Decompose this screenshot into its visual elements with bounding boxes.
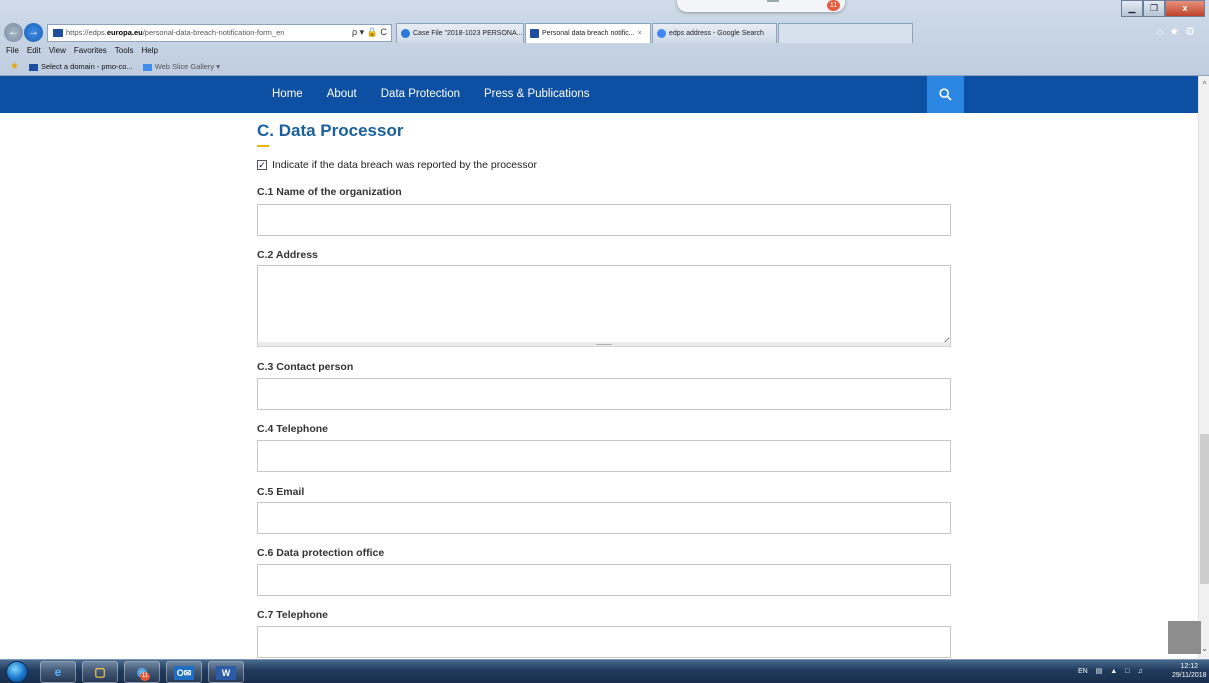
favorites-bar: ★ Select a domain - pmo-co... Web Slice … bbox=[0, 58, 220, 76]
tab-strip: Case File "2018-1023 PERSONA... Personal… bbox=[396, 23, 913, 43]
favorite-favicon-icon bbox=[28, 63, 38, 71]
clock-time: 12:12 bbox=[1180, 663, 1199, 670]
volume-icon[interactable]: ♫ bbox=[1138, 660, 1143, 683]
title-aero-peek: 11 bbox=[677, 0, 845, 12]
windows-taskbar: e ▢ ◉ 11 O✉ W EN ▤ ▲ □ ♫ 12:12 29/11/201… bbox=[0, 659, 1209, 683]
url-prefix: https://edps. bbox=[66, 28, 107, 37]
search-icon bbox=[939, 88, 952, 101]
label-telephone-2: C.7 Telephone bbox=[257, 609, 328, 621]
forward-button[interactable]: → bbox=[24, 23, 43, 42]
clock-date: 29/11/2018 bbox=[1172, 672, 1207, 679]
label-address: C.2 Address bbox=[257, 249, 318, 261]
close-button[interactable]: x bbox=[1165, 0, 1205, 17]
favorite-item-web-slice[interactable]: Web Slice Gallery ▾ bbox=[142, 58, 221, 76]
site-nav-links: Home About Data Protection Press & Publi… bbox=[272, 76, 613, 113]
vertical-scrollbar[interactable]: ^ ⌄ bbox=[1198, 76, 1209, 659]
tab-personal-data-breach[interactable]: Personal data breach notific... × bbox=[525, 23, 651, 43]
system-tray: EN ▤ ▲ □ ♫ bbox=[1078, 660, 1143, 683]
back-button[interactable]: ← bbox=[4, 23, 23, 42]
favorite-label: Web Slice Gallery ▾ bbox=[154, 62, 221, 71]
menu-favorites[interactable]: Favorites bbox=[74, 44, 107, 58]
notification-badge[interactable]: 11 bbox=[827, 0, 840, 11]
menu-file[interactable]: File bbox=[6, 44, 19, 58]
title-bar: 11 ▁ ❐ x bbox=[0, 0, 1209, 22]
tab-favicon-icon bbox=[401, 29, 410, 38]
title-peek-bar bbox=[767, 0, 779, 2]
network-icon[interactable]: □ bbox=[1125, 660, 1129, 683]
google-icon bbox=[657, 29, 666, 38]
contact-person-input[interactable] bbox=[257, 378, 951, 410]
keyboard-icon[interactable]: ▤ bbox=[1096, 660, 1103, 683]
site-navigation: Home About Data Protection Press & Publi… bbox=[0, 76, 1198, 113]
browser-chrome: 11 ▁ ❐ x ← → https://edps.europa.eu/pers… bbox=[0, 0, 1209, 76]
url-domain: europa.eu bbox=[106, 28, 143, 37]
scroll-up-icon[interactable]: ^ bbox=[1199, 80, 1209, 89]
label-data-protection-office: C.6 Data protection office bbox=[257, 547, 385, 559]
label-contact-person: C.3 Contact person bbox=[257, 361, 354, 373]
nav-about[interactable]: About bbox=[327, 76, 357, 113]
telephone-input[interactable] bbox=[257, 440, 951, 472]
word-taskbar-icon[interactable]: W bbox=[208, 661, 244, 683]
web-slice-icon bbox=[142, 63, 152, 71]
restore-button[interactable]: ❐ bbox=[1143, 0, 1165, 17]
title-underline bbox=[257, 145, 269, 147]
address-textarea[interactable] bbox=[257, 265, 951, 347]
menu-bar: File Edit View Favorites Tools Help bbox=[0, 44, 158, 58]
label-email: C.5 Email bbox=[257, 486, 305, 498]
menu-tools[interactable]: Tools bbox=[115, 44, 134, 58]
organization-name-input[interactable] bbox=[257, 204, 951, 236]
tab-label: edps address - Google Search bbox=[669, 30, 764, 37]
textarea-resize-handle[interactable] bbox=[257, 342, 951, 347]
nav-press-publications[interactable]: Press & Publications bbox=[484, 76, 589, 113]
internet-explorer-taskbar-icon[interactable]: e bbox=[40, 661, 76, 683]
menu-edit[interactable]: Edit bbox=[27, 44, 41, 58]
tab-google-search[interactable]: edps address - Google Search bbox=[652, 23, 777, 43]
favorite-item-domain[interactable]: Select a domain - pmo-co... bbox=[28, 58, 133, 76]
nav-data-protection[interactable]: Data Protection bbox=[381, 76, 460, 113]
menu-view[interactable]: View bbox=[49, 44, 66, 58]
section-title: C. Data Processor bbox=[257, 121, 404, 140]
navigation-row: ← → https://edps.europa.eu/personal-data… bbox=[0, 22, 1209, 44]
processor-reported-checkbox[interactable]: ✓ bbox=[257, 160, 267, 170]
telephone-2-input[interactable] bbox=[257, 626, 951, 658]
tab-label: Case File "2018-1023 PERSONA... bbox=[413, 30, 523, 37]
taskbar-badge: 11 bbox=[140, 672, 150, 681]
system-clock[interactable]: 12:12 29/11/2018 bbox=[1172, 662, 1207, 680]
tray-expand-icon[interactable]: ▲ bbox=[1110, 660, 1117, 683]
file-explorer-taskbar-icon[interactable]: ▢ bbox=[82, 661, 118, 683]
language-indicator[interactable]: EN bbox=[1078, 660, 1088, 683]
favorites-star-icon[interactable]: ★ bbox=[10, 58, 19, 76]
new-tab-button[interactable] bbox=[778, 23, 913, 43]
tab-close-icon[interactable]: × bbox=[638, 30, 642, 37]
nav-home[interactable]: Home bbox=[272, 76, 303, 113]
email-input[interactable] bbox=[257, 502, 951, 534]
address-bar[interactable]: https://edps.europa.eu/personal-data-bre… bbox=[47, 24, 392, 42]
checkbox-label: Indicate if the data breach was reported… bbox=[272, 159, 537, 171]
toolbar-icons[interactable]: ⌂★⚙ bbox=[1157, 25, 1201, 38]
processor-checkbox-row[interactable]: ✓ Indicate if the data breach was report… bbox=[257, 159, 537, 171]
label-organization-name: C.1 Name of the organization bbox=[257, 186, 402, 198]
outlook-taskbar-icon[interactable]: O✉ bbox=[166, 661, 202, 683]
menu-help[interactable]: Help bbox=[141, 44, 157, 58]
search-button[interactable] bbox=[927, 76, 964, 113]
back-to-top-button[interactable] bbox=[1168, 621, 1201, 654]
minimize-button[interactable]: ▁ bbox=[1121, 0, 1143, 17]
favorite-label: Select a domain - pmo-co... bbox=[40, 62, 133, 71]
address-tools[interactable]: ρ ▾ 🔒 C bbox=[352, 24, 387, 40]
data-protection-office-input[interactable] bbox=[257, 564, 951, 596]
label-telephone: C.4 Telephone bbox=[257, 423, 328, 435]
page-content: C. Data Processor ✓ Indicate if the data… bbox=[0, 113, 1198, 659]
tab-case-file[interactable]: Case File "2018-1023 PERSONA... bbox=[396, 23, 524, 43]
start-button[interactable] bbox=[6, 661, 28, 683]
scrollbar-thumb[interactable] bbox=[1200, 434, 1209, 584]
site-favicon-icon bbox=[53, 29, 63, 37]
url-path: /personal-data-breach-notification-form_… bbox=[142, 28, 285, 37]
tab-label: Personal data breach notific... bbox=[542, 30, 635, 37]
tab-favicon-icon bbox=[530, 29, 539, 38]
window-controls: ▁ ❐ x bbox=[1121, 0, 1205, 19]
